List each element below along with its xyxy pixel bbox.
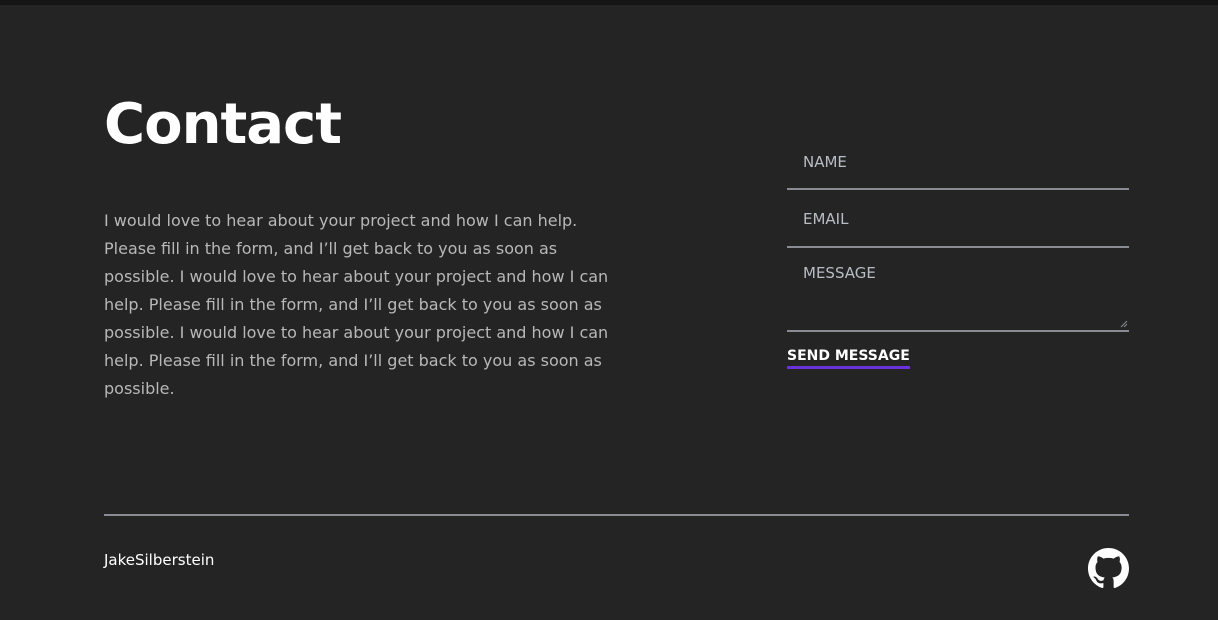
resize-handle-icon[interactable] [1120,320,1128,328]
message-field-wrapper [787,248,1129,332]
name-field-wrapper [787,136,1129,190]
github-link[interactable] [1088,548,1129,589]
contact-page: Contact I would love to hear about your … [0,0,1218,620]
footer-divider [104,514,1129,516]
name-input[interactable] [787,136,1129,188]
send-message-button[interactable]: SEND MESSAGE [787,348,910,369]
github-icon [1088,548,1129,588]
email-input[interactable] [787,190,1129,246]
contact-description: I would love to hear about your project … [104,211,609,398]
footer-brand-link[interactable]: JakeSilberstein [104,551,214,569]
email-field-wrapper [787,190,1129,248]
message-input[interactable] [787,248,1129,330]
contact-form [787,136,1129,332]
top-bar [0,0,1218,5]
page-title: Contact [104,92,342,157]
